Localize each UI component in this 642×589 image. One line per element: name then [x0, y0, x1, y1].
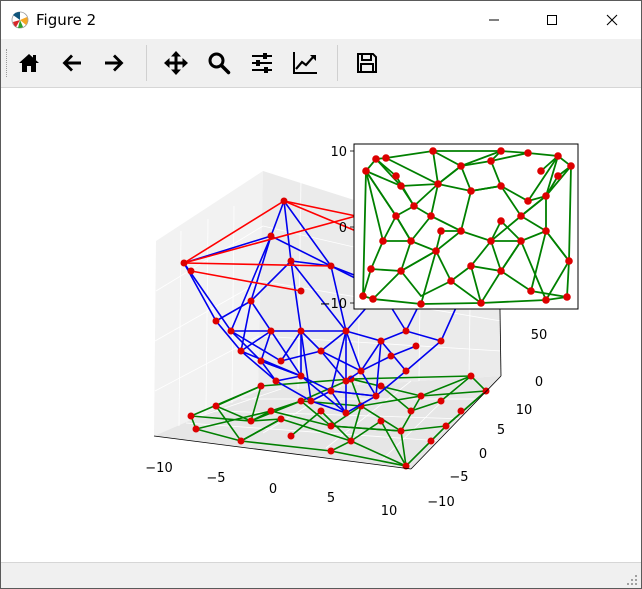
toolbar-grip[interactable]: [6, 49, 10, 77]
inset-y-tick: 10: [330, 145, 347, 160]
save-button[interactable]: [351, 47, 383, 79]
line-chart-icon: [293, 52, 317, 74]
y-tick: 5: [497, 423, 505, 438]
maximize-button[interactable]: [523, 1, 581, 39]
close-button[interactable]: [583, 1, 641, 39]
matplotlib-app-icon: [11, 11, 29, 29]
minimize-button[interactable]: [465, 1, 523, 39]
floppy-disk-icon: [357, 53, 377, 73]
z-axis-ticks: 0 50: [531, 328, 548, 390]
figure-window: Figure 2 −10 −5 0 5 10 −10 −5 0 5 10 0 5…: [0, 0, 642, 589]
y-tick: 0: [479, 447, 487, 462]
arrow-right-icon: [105, 54, 124, 72]
home-button[interactable]: [13, 47, 45, 79]
resize-grip-icon[interactable]: [626, 574, 638, 586]
inset-axes: 10 0 −10: [320, 143, 579, 312]
inset-y-tick: 0: [339, 221, 347, 236]
figure-canvas[interactable]: −10 −5 0 5 10 −10 −5 0 5 10 0 50 10 0 −1…: [1, 88, 641, 562]
pan-button[interactable]: [160, 47, 192, 79]
magnifier-icon: [208, 52, 231, 75]
y-tick: −10: [427, 495, 454, 510]
status-bar: [1, 562, 641, 588]
inset-y-tick: −10: [320, 297, 347, 312]
home-icon: [19, 54, 39, 72]
z-tick: 0: [535, 375, 543, 390]
y-tick: −5: [449, 470, 468, 485]
x-tick: −10: [145, 461, 172, 476]
move-icon: [164, 51, 188, 75]
window-title: Figure 2: [36, 11, 97, 29]
navigation-toolbar: [1, 39, 641, 88]
x-tick: 10: [381, 504, 398, 519]
x-tick: −5: [206, 471, 225, 486]
zoom-button[interactable]: [203, 47, 235, 79]
y-tick: 10: [516, 403, 533, 418]
figure-svg: −10 −5 0 5 10 −10 −5 0 5 10 0 50 10 0 −1…: [145, 143, 579, 519]
toolbar-separator: [146, 45, 147, 81]
x-tick: 5: [327, 491, 335, 506]
configure-subplots-button[interactable]: [246, 47, 278, 79]
arrow-left-icon: [62, 54, 81, 72]
x-tick: 0: [269, 482, 277, 497]
back-button[interactable]: [56, 47, 88, 79]
close-icon: [606, 14, 618, 26]
z-tick: 50: [531, 328, 548, 343]
maximize-icon: [547, 15, 557, 25]
title-bar[interactable]: Figure 2: [1, 1, 641, 39]
sliders-icon: [252, 53, 272, 73]
minimize-icon: [489, 19, 499, 21]
edit-axes-button[interactable]: [289, 47, 321, 79]
toolbar-separator: [337, 45, 338, 81]
x-axis-ticks: −10 −5 0 5 10: [145, 461, 397, 519]
forward-button[interactable]: [98, 47, 130, 79]
